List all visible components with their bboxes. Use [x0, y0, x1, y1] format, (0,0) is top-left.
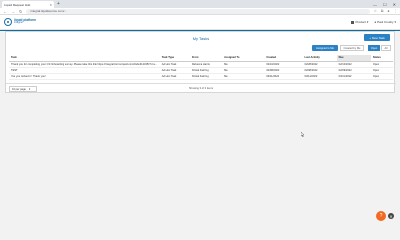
- app-header: liquid platform integral Product ▾ ● Pau…: [0, 15, 400, 30]
- user-name: Paul Crosby: [377, 20, 394, 24]
- from-cell: Kristal Fairring: [189, 73, 223, 80]
- open-filter-button[interactable]: Open: [368, 45, 380, 51]
- due-cell: 03/11/2022: [336, 73, 371, 80]
- tab-close-icon[interactable]: ✕: [49, 3, 52, 7]
- tab-title: Liquid Request Hub: [4, 2, 31, 7]
- browser-tab[interactable]: Liquid Request Hub ✕: [2, 1, 54, 8]
- created-cell: 03/11/2022: [264, 73, 303, 80]
- logo-icon: [4, 18, 12, 26]
- task-cell[interactable]: Yes you rocked it ! Thank you!: [9, 73, 160, 80]
- last-activity-cell: 03/11/2022: [302, 73, 337, 80]
- status-cell: Open: [370, 73, 393, 80]
- filter-row: Assigned to Me Created by Me Open All: [6, 45, 396, 52]
- table-footer: 10 per page ▾ Showing 3 of 3 items: [6, 83, 396, 92]
- new-tab-icon[interactable]: +: [57, 1, 60, 7]
- grid-icon: [351, 20, 355, 24]
- tasks-table: Task Task Type From Assigned To Created …: [9, 55, 393, 80]
- browser-icons: ☆ ⧉ ● ⋮: [374, 9, 397, 13]
- profile-icon[interactable]: ●: [387, 9, 389, 13]
- minimize-icon[interactable]: —: [373, 2, 377, 7]
- tasks-card: My Tasks + New Task Assigned to Me Creat…: [5, 31, 396, 93]
- address-bar: ← → ↻ integral.liquidsource.com/... ☆ ⧉ …: [0, 8, 400, 15]
- browser-titlebar: Liquid Request Hub ✕ + — ☐ ✕: [0, 0, 400, 8]
- close-help-icon[interactable]: ✕: [388, 213, 394, 219]
- extensions-icon[interactable]: ⧉: [381, 9, 384, 13]
- chevron-down-icon: ▾: [394, 20, 396, 24]
- logo[interactable]: liquid platform integral: [4, 18, 36, 26]
- user-menu[interactable]: ● Paul Crosby ▾: [374, 20, 396, 24]
- maximize-icon[interactable]: ☐: [383, 2, 387, 7]
- logo-line2: integral: [14, 21, 23, 25]
- new-task-button[interactable]: + New Task: [364, 34, 390, 41]
- showing-count: Showing 3 of 3 items: [188, 87, 214, 90]
- product-label: Product: [355, 20, 366, 24]
- menu-icon[interactable]: ⋮: [394, 9, 398, 13]
- help-button[interactable]: ?: [376, 211, 386, 221]
- forward-icon[interactable]: →: [11, 9, 15, 14]
- assigned-to-cell: Me: [222, 73, 265, 80]
- star-icon[interactable]: ☆: [374, 9, 377, 13]
- all-filter-button[interactable]: All: [381, 45, 391, 51]
- reload-icon[interactable]: ↻: [19, 9, 22, 14]
- close-window-icon[interactable]: ✕: [393, 2, 396, 7]
- page-title: My Tasks: [192, 36, 210, 41]
- task-type-cell: Ad Hoc Task: [159, 73, 190, 80]
- created-by-me-button[interactable]: Created by Me: [340, 45, 364, 51]
- back-icon[interactable]: ←: [3, 9, 7, 14]
- header-right: Product ▾ ● Paul Crosby ▾: [351, 20, 396, 24]
- window-controls: — ☐ ✕: [373, 2, 396, 7]
- url-field[interactable]: integral.liquidsource.com/...: [26, 8, 370, 14]
- user-icon: ●: [374, 20, 377, 24]
- chevron-down-icon: ▾: [366, 20, 369, 24]
- assigned-to-me-button[interactable]: Assigned to Me: [312, 45, 338, 51]
- table-row[interactable]: Yes you rocked it ! Thank you! Ad Hoc Ta…: [9, 73, 393, 80]
- product-menu[interactable]: Product ▾: [351, 20, 368, 24]
- mouse-cursor-icon: [301, 132, 304, 137]
- logo-text: liquid platform integral: [14, 18, 36, 25]
